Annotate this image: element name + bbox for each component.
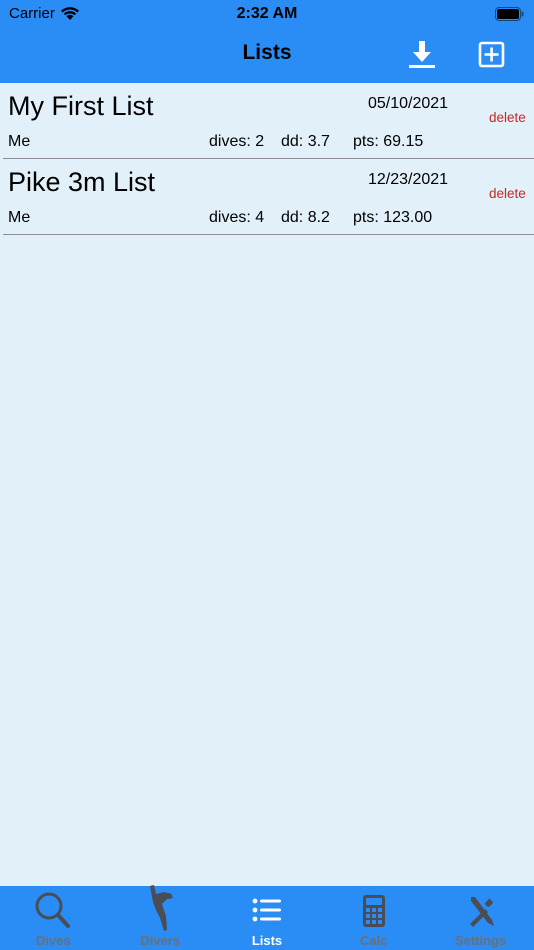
tab-lists[interactable]: Lists xyxy=(214,886,321,950)
page-title: Lists xyxy=(242,41,292,64)
tab-label: Dives xyxy=(36,933,71,948)
list-date: 05/10/2021 xyxy=(368,95,449,112)
status-time: 2:32 AM xyxy=(236,5,298,22)
list-points: pts: 123.00 xyxy=(353,209,433,226)
list-icon xyxy=(247,890,287,932)
delete-button[interactable]: delete xyxy=(489,186,526,201)
header: Carrier 2:32 AM Lists xyxy=(0,0,534,83)
status-bar: Carrier 2:32 AM xyxy=(0,0,534,28)
download-button[interactable] xyxy=(406,38,438,70)
list-owner: Me xyxy=(8,133,31,150)
list-points: pts: 69.15 xyxy=(353,133,424,150)
list-date: 12/23/2021 xyxy=(368,171,449,188)
add-list-button[interactable] xyxy=(476,38,508,70)
list-dives-count: dives: 4 xyxy=(209,209,265,226)
tab-settings[interactable]: Settings xyxy=(427,886,534,950)
list-item[interactable]: My First List 05/10/2021 delete Me dives… xyxy=(3,83,534,159)
tab-label: Settings xyxy=(454,933,507,948)
tab-label: Lists xyxy=(251,933,283,948)
battery-icon xyxy=(495,7,524,21)
list-item[interactable]: Pike 3m List 12/23/2021 delete Me dives:… xyxy=(3,159,534,235)
plus-square-icon xyxy=(478,41,505,68)
tab-calc[interactable]: Calc xyxy=(320,886,427,950)
list-title: Pike 3m List xyxy=(8,167,156,197)
list-dd: dd: 3.7 xyxy=(281,133,330,150)
delete-button[interactable]: delete xyxy=(489,110,526,125)
lists-list: My First List 05/10/2021 delete Me dives… xyxy=(0,83,534,235)
list-owner: Me xyxy=(8,209,31,226)
download-icon xyxy=(409,41,435,68)
tab-dives[interactable]: Dives xyxy=(0,886,107,950)
list-title: My First List xyxy=(8,91,154,121)
diver-icon xyxy=(140,885,180,932)
tab-label: Divers xyxy=(140,933,181,948)
list-dives-count: dives: 2 xyxy=(209,133,265,150)
tab-label: Calc xyxy=(360,933,388,948)
search-icon xyxy=(33,890,73,932)
tools-icon xyxy=(461,890,501,932)
tab-divers[interactable]: Divers xyxy=(107,885,214,950)
list-dd: dd: 8.2 xyxy=(281,209,330,226)
calculator-icon xyxy=(354,890,394,932)
tab-bar: Dives Divers Lists Calc Settings xyxy=(0,885,534,950)
